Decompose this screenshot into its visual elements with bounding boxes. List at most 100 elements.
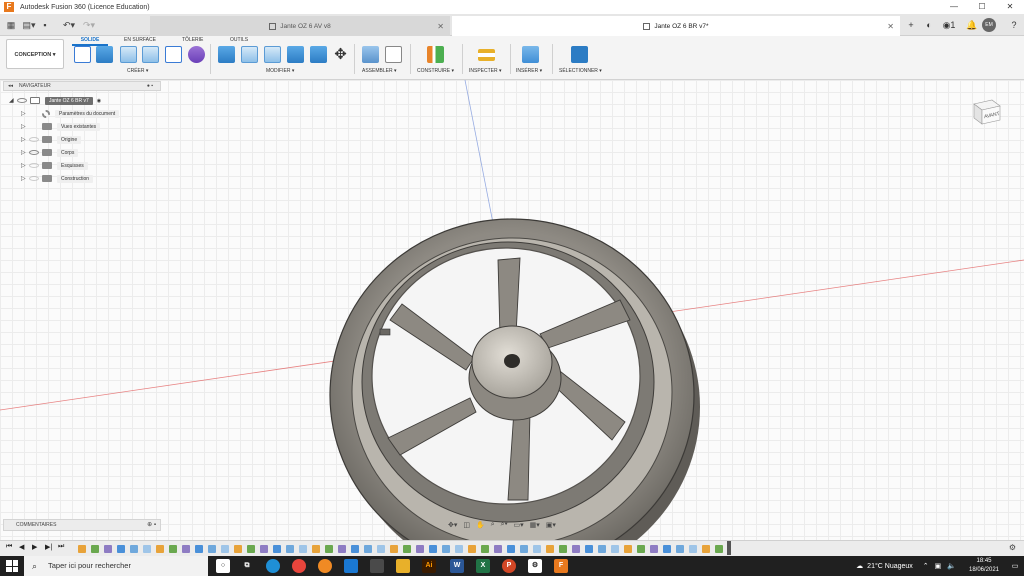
navigator-item-origine[interactable]: ▷ Origine — [21, 134, 82, 145]
expand-arrow-icon[interactable]: ▷ — [21, 110, 29, 117]
collapse-panel-icon[interactable]: ◂◂ — [8, 83, 13, 89]
wheel-model[interactable] — [329, 218, 700, 540]
timeline-feature-icon[interactable] — [377, 545, 385, 553]
revolve-icon[interactable] — [120, 46, 137, 63]
comments-panel[interactable]: COMMENTAIRES ⊕ ▪ — [3, 519, 161, 531]
select-cursor-icon[interactable] — [571, 46, 588, 63]
pin-panel-icon[interactable]: ● ▪ — [147, 83, 153, 89]
timeline-feature-icon[interactable] — [507, 545, 515, 553]
timeline-feature-icon[interactable] — [689, 545, 697, 553]
hole-icon[interactable] — [142, 46, 159, 63]
group-create-label[interactable]: CRÉER ▾ — [127, 68, 148, 74]
timeline-feature-icon[interactable] — [273, 545, 281, 553]
timeline-marker[interactable] — [727, 541, 731, 555]
store-icon[interactable] — [370, 559, 384, 573]
notifications-bell-icon[interactable]: 🔔 — [966, 19, 978, 31]
close-window-button[interactable]: ✕ — [996, 0, 1024, 14]
navigator-item-parametres[interactable]: ▷ Paramètres du document — [21, 108, 120, 119]
expand-arrow-icon[interactable]: ▷ — [21, 123, 29, 130]
user-avatar[interactable]: EM — [982, 18, 996, 32]
task-view-icon[interactable]: ⧉ — [240, 559, 254, 573]
move-icon[interactable]: ✥ — [332, 46, 349, 63]
document-tab-active[interactable]: Jante OZ 6 BR v7* ✕ — [452, 16, 900, 36]
group-select-label[interactable]: SÉLECTIONNER ▾ — [559, 68, 602, 74]
timeline-feature-icon[interactable] — [455, 545, 463, 553]
timeline-feature-icon[interactable] — [546, 545, 554, 553]
group-insert-label[interactable]: INSÉRER ▾ — [516, 68, 542, 74]
step-back-icon[interactable]: ◀ — [19, 543, 24, 551]
timeline-feature-icon[interactable] — [663, 545, 671, 553]
timeline-feature-icon[interactable] — [260, 545, 268, 553]
navigator-item-construction[interactable]: ▷ Construction — [21, 173, 94, 184]
timeline-feature-icon[interactable] — [156, 545, 164, 553]
joint-icon[interactable] — [385, 46, 402, 63]
tab-outils[interactable]: OUTILS — [230, 37, 248, 43]
activate-radio-icon[interactable]: ◉ — [97, 98, 101, 104]
help-icon[interactable]: ? — [1008, 19, 1020, 31]
timeline-feature-icon[interactable] — [429, 545, 437, 553]
timeline-feature-icon[interactable] — [416, 545, 424, 553]
settings-app-icon[interactable]: ⚙ — [528, 559, 542, 573]
look-at-icon[interactable]: ◫ — [463, 521, 470, 531]
cortana-icon[interactable]: ○ — [216, 559, 230, 573]
press-pull-icon[interactable] — [218, 46, 235, 63]
zoom-window-icon[interactable]: ⌕▾ — [501, 521, 508, 531]
timeline-feature-icon[interactable] — [234, 545, 242, 553]
network-icon[interactable]: ▣ — [935, 562, 942, 570]
timeline-feature-icon[interactable] — [221, 545, 229, 553]
maximize-button[interactable]: ☐ — [968, 0, 996, 14]
timeline-feature-icon[interactable] — [390, 545, 398, 553]
weather-text[interactable]: 21°C Nuageux — [867, 563, 913, 570]
shell-icon[interactable] — [264, 46, 281, 63]
expand-arrow-icon[interactable]: ▷ — [21, 149, 29, 156]
timeline-feature-icon[interactable] — [559, 545, 567, 553]
windows-start-icon[interactable] — [6, 560, 18, 572]
orbit-icon[interactable]: ✥▾ — [448, 521, 457, 531]
timeline-feature-icon[interactable] — [117, 545, 125, 553]
step-forward-icon[interactable]: ▶| — [45, 543, 52, 551]
timeline-feature-icon[interactable] — [143, 545, 151, 553]
timeline-feature-icon[interactable] — [598, 545, 606, 553]
firefox-browser-icon[interactable] — [318, 559, 332, 573]
mail-icon[interactable] — [344, 559, 358, 573]
timeline-feature-icon[interactable] — [91, 545, 99, 553]
edge-browser-icon[interactable] — [266, 559, 280, 573]
extensions-icon[interactable]: ◐ — [923, 19, 935, 31]
powerpoint-icon[interactable]: P — [502, 559, 516, 573]
timeline-feature-icon[interactable] — [715, 545, 723, 553]
timeline-feature-icon[interactable] — [403, 545, 411, 553]
grid-settings-icon[interactable]: ▦▾ — [530, 521, 540, 531]
timeline-feature-icon[interactable] — [312, 545, 320, 553]
close-tab-icon[interactable]: ✕ — [437, 22, 444, 31]
timeline-feature-icon[interactable] — [195, 545, 203, 553]
navigator-item-corps[interactable]: ▷ Corps — [21, 147, 79, 158]
extrude-icon[interactable] — [96, 46, 113, 63]
timeline-settings-gear-icon[interactable]: ⚙ — [1009, 543, 1016, 552]
group-inspect-label[interactable]: INSPECTER ▾ — [469, 68, 502, 74]
word-icon[interactable]: W — [450, 559, 464, 573]
tab-tolerie[interactable]: TÔLERIE — [182, 37, 203, 43]
timeline-feature-icon[interactable] — [286, 545, 294, 553]
expand-arrow-icon[interactable]: ▷ — [21, 175, 29, 182]
timeline-feature-icon[interactable] — [650, 545, 658, 553]
navigator-item-vues[interactable]: ▷ Vues existantes — [21, 121, 101, 132]
undo-icon[interactable]: ↶▾ — [62, 18, 76, 32]
tab-en-surface[interactable]: EN SURFACE — [124, 37, 156, 43]
visibility-eye-icon[interactable] — [29, 176, 39, 181]
timeline-feature-icon[interactable] — [208, 545, 216, 553]
weather-cloud-icon[interactable]: ☁ — [856, 562, 863, 570]
timeline-feature-icon[interactable] — [351, 545, 359, 553]
timeline-feature-icon[interactable] — [78, 545, 86, 553]
timeline-feature-icon[interactable] — [572, 545, 580, 553]
view-cube-icon[interactable]: AVANT — [968, 96, 1004, 126]
group-construct-label[interactable]: CONSTRUIRE ▾ — [417, 68, 454, 74]
file-menu-icon[interactable]: ▤▾ — [22, 18, 36, 32]
timeline-feature-icon[interactable] — [481, 545, 489, 553]
insert-image-icon[interactable] — [522, 46, 539, 63]
construction-plane-icon[interactable] — [427, 46, 444, 63]
job-status-icon[interactable]: ◉1 — [940, 19, 958, 31]
form-icon[interactable] — [188, 46, 205, 63]
navigator-root-item[interactable]: ◢ Jante OZ 6 BR v7 ◉ — [9, 95, 101, 106]
view-cube[interactable]: AVANT — [968, 96, 1004, 126]
timeline-feature-icon[interactable] — [338, 545, 346, 553]
